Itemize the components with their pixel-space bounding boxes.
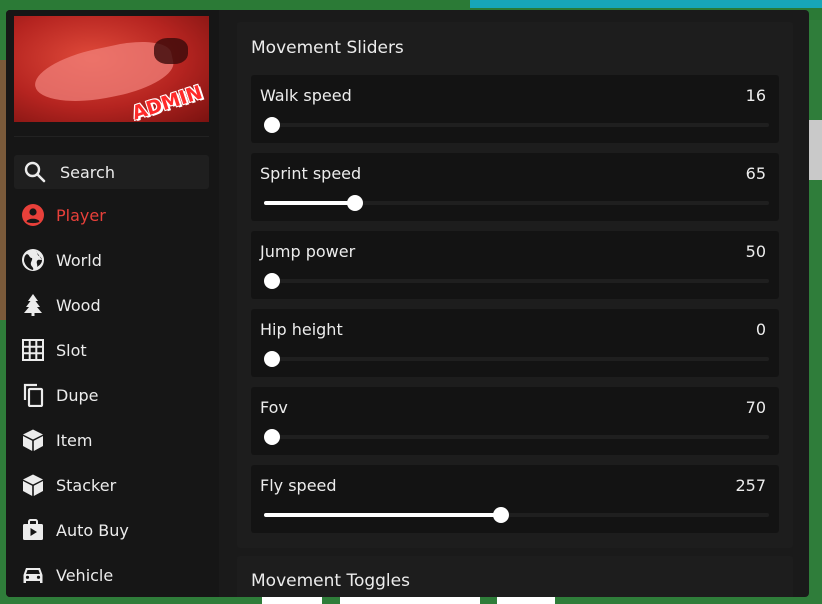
slider-track[interactable] — [264, 195, 769, 211]
sidebar-item-dupe[interactable]: Dupe — [14, 378, 209, 412]
sidebar-nav: Search Player World Wood Slot Dupe Item … — [14, 155, 209, 597]
slider-value: 257 — [735, 476, 766, 495]
car-icon — [20, 562, 46, 588]
main-content: Movement Sliders Walk speed 16 Sprint sp… — [237, 22, 793, 597]
slider-track[interactable] — [264, 429, 769, 445]
sidebar-item-label: World — [56, 250, 102, 270]
cube-icon — [20, 427, 46, 453]
admin-menu-window: ADMIN Search Player World Wood Slot Dupe… — [6, 10, 809, 597]
slider-handle[interactable] — [264, 429, 280, 445]
slider-label: Jump power — [260, 242, 356, 261]
sidebar-item-stacker[interactable]: Stacker — [14, 468, 209, 502]
slider-label: Fov — [260, 398, 288, 417]
slider-hip-height: Hip height 0 — [251, 309, 779, 377]
tree-icon — [20, 292, 46, 318]
slider-handle[interactable] — [264, 117, 280, 133]
background-block — [262, 596, 322, 604]
banner-figure-head — [154, 38, 188, 64]
sidebar-item-world[interactable]: World — [14, 243, 209, 277]
sidebar-item-label: Dupe — [56, 385, 99, 405]
sidebar: ADMIN Search Player World Wood Slot Dupe… — [6, 10, 219, 597]
shopping-bag-icon — [20, 517, 46, 543]
sidebar-item-auto-buy[interactable]: Auto Buy — [14, 513, 209, 547]
sidebar-item-label: Auto Buy — [56, 520, 129, 540]
sidebar-item-slot[interactable]: Slot — [14, 333, 209, 367]
sidebar-item-player[interactable]: Player — [14, 198, 209, 232]
cube-icon — [20, 472, 46, 498]
sidebar-item-label: Slot — [56, 340, 87, 360]
sidebar-item-item[interactable]: Item — [14, 423, 209, 457]
slider-value: 50 — [745, 242, 766, 261]
slider-label: Sprint speed — [260, 164, 362, 183]
globe-icon — [20, 247, 46, 273]
section-title: Movement Sliders — [251, 38, 404, 58]
sidebar-item-label: Vehicle — [56, 565, 114, 585]
slider-walk-speed: Walk speed 16 — [251, 75, 779, 143]
slider-label: Walk speed — [260, 86, 352, 105]
section-title: Movement Toggles — [251, 571, 410, 591]
background-block — [808, 120, 822, 180]
slider-fill — [264, 513, 501, 517]
sidebar-item-label: Wood — [56, 295, 101, 315]
slider-fly-speed: Fly speed 257 — [251, 465, 779, 533]
slider-handle[interactable] — [493, 507, 509, 523]
sidebar-item-label: Player — [56, 205, 106, 225]
sidebar-item-wood[interactable]: Wood — [14, 288, 209, 322]
slider-fov: Fov 70 — [251, 387, 779, 455]
slider-value: 70 — [745, 398, 766, 417]
movement-toggles-section: Movement Toggles — [237, 556, 793, 597]
copy-icon — [20, 382, 46, 408]
slider-label: Hip height — [260, 320, 343, 339]
background-sky — [470, 0, 822, 8]
slider-value: 0 — [755, 320, 766, 339]
slider-handle[interactable] — [347, 195, 363, 211]
sidebar-item-label: Item — [56, 430, 93, 450]
slider-handle[interactable] — [264, 273, 280, 289]
slider-fill — [264, 201, 355, 205]
slider-sprint-speed: Sprint speed 65 — [251, 153, 779, 221]
slider-value: 16 — [745, 86, 766, 105]
slider-jump-power: Jump power 50 — [251, 231, 779, 299]
user-icon — [20, 202, 46, 228]
search-icon — [22, 159, 48, 185]
sidebar-item-vehicle[interactable]: Vehicle — [14, 558, 209, 592]
admin-banner-image: ADMIN — [14, 16, 209, 122]
search-field[interactable]: Search — [14, 155, 209, 189]
slider-track[interactable] — [264, 507, 769, 523]
sidebar-divider — [14, 136, 209, 137]
slider-value: 65 — [745, 164, 766, 183]
slider-track[interactable] — [264, 117, 769, 133]
grid-icon — [20, 337, 46, 363]
background-block — [340, 596, 480, 604]
slider-track[interactable] — [264, 273, 769, 289]
sidebar-item-label: Stacker — [56, 475, 117, 495]
slider-handle[interactable] — [264, 351, 280, 367]
slider-label: Fly speed — [260, 476, 337, 495]
slider-track[interactable] — [264, 351, 769, 367]
background-block — [497, 596, 555, 604]
movement-sliders-section: Movement Sliders Walk speed 16 Sprint sp… — [237, 22, 793, 548]
search-label: Search — [60, 162, 115, 182]
